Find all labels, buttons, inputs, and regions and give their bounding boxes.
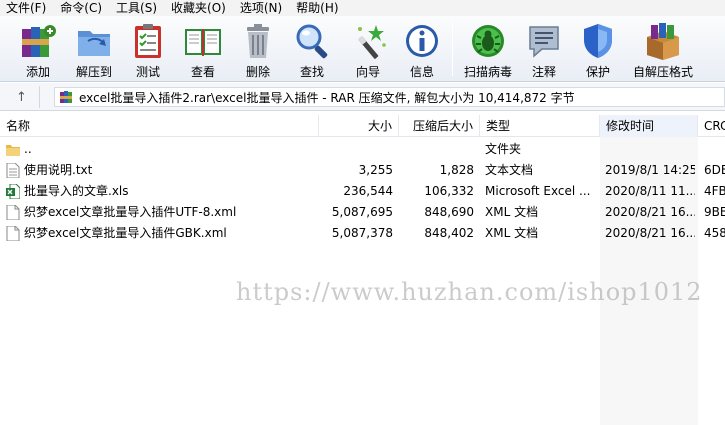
menu-bar: 文件(F) 命令(C) 工具(S) 收藏夹(O) 选项(N) 帮助(H): [0, 0, 725, 16]
comment-label: 注释: [531, 65, 556, 79]
table-row[interactable]: 织梦excel文章批量导入插件UTF-8.xml 5,087,695 848,6…: [0, 202, 725, 223]
up-folder-button[interactable]: ↑: [4, 86, 40, 108]
comment-icon: [524, 21, 564, 61]
books-add-icon: [18, 21, 58, 61]
rar-archive-icon: [59, 90, 73, 104]
clipboard-test-icon: [128, 21, 168, 61]
folder-extract-icon: [74, 21, 114, 61]
file-name: ..: [24, 142, 32, 156]
table-row[interactable]: .. 文件夹: [0, 139, 725, 160]
file-modified: 2020/8/21 16...: [605, 205, 695, 219]
info-icon: [402, 21, 442, 61]
table-row[interactable]: 织梦excel文章批量导入插件GBK.xml 5,087,378 848,402…: [0, 223, 725, 244]
open-book-icon: [183, 21, 223, 61]
file-type: XML 文档: [485, 205, 539, 219]
file-crc: [704, 139, 725, 160]
trash-can-icon: [238, 21, 278, 61]
file-crc: 458: [704, 226, 725, 240]
file-name: 使用说明.txt: [24, 163, 93, 177]
wizard-label: 向导: [355, 65, 380, 79]
column-name[interactable]: 名称: [0, 115, 319, 137]
menu-options[interactable]: 选项(N): [234, 0, 290, 16]
magic-wand-icon: [348, 21, 388, 61]
shield-icon: [578, 21, 618, 61]
magnifier-icon: [292, 21, 332, 61]
file-size: 3,255: [358, 163, 393, 177]
info-label: 信息: [409, 65, 434, 79]
file-packed: 848,402: [424, 226, 474, 240]
file-packed: 1,828: [439, 163, 474, 177]
file-type: 文本文档: [485, 163, 534, 177]
file-size: 5,087,378: [331, 226, 393, 240]
sfx-box-icon: [643, 21, 683, 61]
menu-command[interactable]: 命令(C): [54, 0, 110, 16]
virus-scan-icon: [468, 21, 508, 61]
scan-virus-button[interactable]: 扫描病毒: [460, 16, 516, 82]
excel-file-icon: [6, 183, 21, 200]
file-name: 织梦excel文章批量导入插件UTF-8.xml: [24, 205, 237, 219]
find-label: 查找: [299, 65, 324, 79]
file-modified: [605, 139, 695, 160]
watermark-text: https://www.huzhan.com/ishop1012: [236, 278, 703, 306]
toolbar-separator: [452, 22, 453, 76]
sfx-label: 自解压格式: [632, 65, 693, 79]
column-packed[interactable]: 压缩后大小: [399, 115, 480, 137]
sfx-button[interactable]: 自解压格式: [630, 16, 696, 82]
view-button[interactable]: 查看: [178, 16, 228, 82]
delete-label: 删除: [245, 65, 270, 79]
file-modified: 2020/8/11 11...: [605, 184, 695, 198]
test-button[interactable]: 测试: [124, 16, 172, 82]
column-type[interactable]: 类型: [480, 115, 600, 137]
column-modified[interactable]: 修改时间: [600, 115, 698, 137]
arrow-up-icon: ↑: [16, 89, 27, 105]
protect-label: 保护: [585, 65, 610, 79]
file-packed: 848,690: [424, 205, 474, 219]
xml-file-icon: [6, 225, 20, 242]
test-label: 测试: [135, 65, 160, 79]
file-modified: 2020/8/21 16...: [605, 226, 695, 240]
file-crc: 9BE: [704, 205, 725, 219]
file-type: 文件夹: [485, 142, 522, 156]
file-crc: 6DE: [704, 163, 725, 177]
file-type: Microsoft Excel ...: [485, 184, 591, 198]
extract-to-label: 解压到: [75, 65, 112, 79]
menu-file[interactable]: 文件(F): [0, 0, 54, 16]
add-label: 添加: [25, 65, 50, 79]
extract-to-button[interactable]: 解压到: [70, 16, 118, 82]
path-bar: ↑ excel批量导入插件2.rar\excel批量导入插件 - RAR 压缩文…: [0, 83, 725, 111]
table-row[interactable]: 批量导入的文章.xls 236,544 106,332 Microsoft Ex…: [0, 181, 725, 202]
file-packed: 106,332: [424, 184, 474, 198]
column-size[interactable]: 大小: [319, 115, 399, 137]
file-size: 236,544: [343, 184, 393, 198]
file-name: 批量导入的文章.xls: [24, 184, 129, 198]
menu-help[interactable]: 帮助(H): [290, 0, 346, 16]
comment-button[interactable]: 注释: [522, 16, 566, 82]
xml-file-icon: [6, 204, 20, 221]
protect-button[interactable]: 保护: [576, 16, 620, 82]
column-crc[interactable]: CRC: [698, 115, 725, 137]
file-name: 织梦excel文章批量导入插件GBK.xml: [24, 226, 227, 240]
scan-virus-label: 扫描病毒: [463, 65, 512, 79]
folder-icon: [6, 142, 20, 157]
find-button[interactable]: 查找: [290, 16, 334, 82]
table-row[interactable]: 使用说明.txt 3,255 1,828 文本文档 2019/8/1 14:25…: [0, 160, 725, 181]
column-header: 名称 大小 压缩后大小 类型 修改时间 CRC: [0, 115, 725, 137]
toolbar: 添加 解压到 测试 查看 删除 查找 向导 信息 扫描病毒 注释 保护 自解压格…: [0, 16, 725, 82]
menu-favorites[interactable]: 收藏夹(O): [165, 0, 234, 16]
file-crc: 4FB: [704, 184, 725, 198]
path-field[interactable]: excel批量导入插件2.rar\excel批量导入插件 - RAR 压缩文件,…: [54, 87, 725, 107]
file-type: XML 文档: [485, 226, 539, 240]
file-packed: [399, 139, 474, 160]
file-size: [319, 139, 393, 160]
file-modified: 2019/8/1 14:25: [605, 163, 695, 177]
menu-tools[interactable]: 工具(S): [110, 0, 165, 16]
text-file-icon: [6, 162, 20, 179]
wizard-button[interactable]: 向导: [346, 16, 390, 82]
view-label: 查看: [190, 65, 215, 79]
add-button[interactable]: 添加: [14, 16, 62, 82]
info-button[interactable]: 信息: [400, 16, 444, 82]
delete-button[interactable]: 删除: [236, 16, 280, 82]
file-size: 5,087,695: [331, 205, 393, 219]
archive-path: excel批量导入插件2.rar\excel批量导入插件 - RAR 压缩文件,…: [79, 90, 575, 105]
